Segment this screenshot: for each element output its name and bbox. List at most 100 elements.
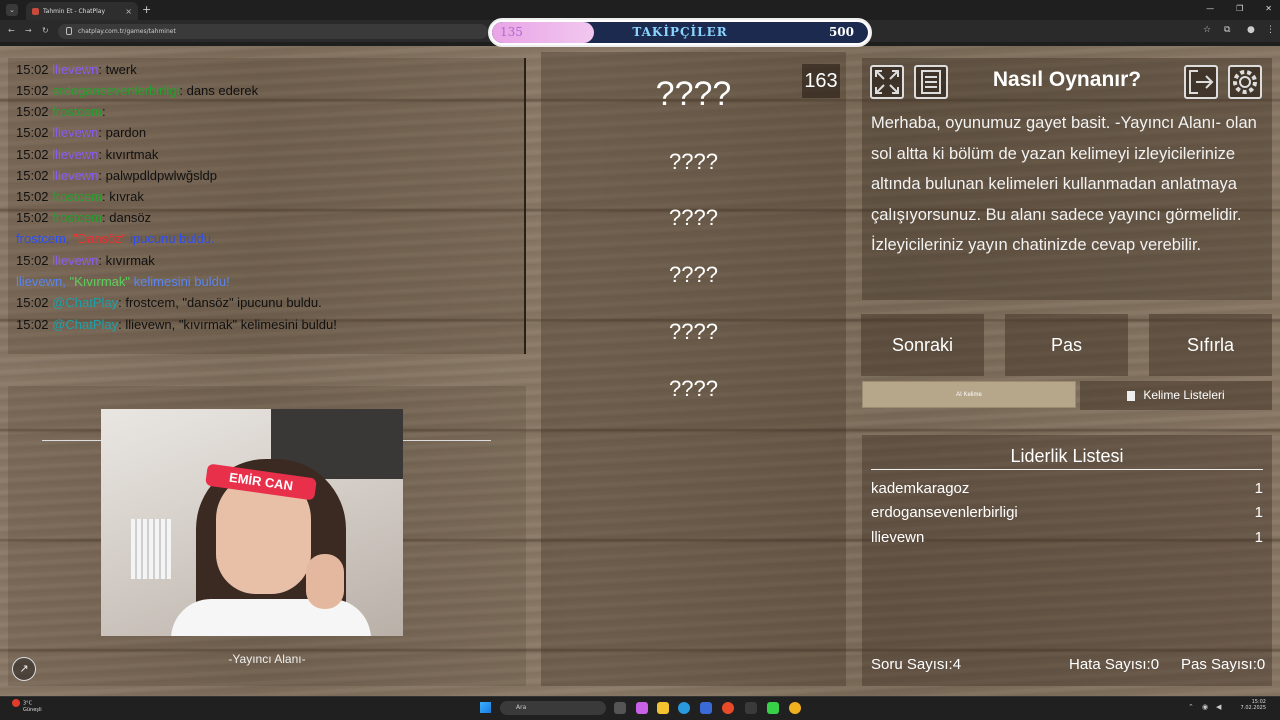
- edge-icon[interactable]: [678, 702, 690, 714]
- system-message-found: llievewn, "Kıvırmak" kelimesini buldu!: [16, 274, 230, 289]
- back-icon[interactable]: ←: [8, 26, 15, 35]
- chat-message: 15:02 llievewn: kıvırtmak: [16, 147, 158, 162]
- forbidden-word: ????: [669, 319, 718, 344]
- message-text: : pardon: [98, 125, 147, 140]
- task-view-icon[interactable]: [614, 702, 626, 714]
- app-icon[interactable]: [745, 702, 757, 714]
- message-text: : kıvırmak: [98, 253, 155, 268]
- message-user: llievewn: [52, 62, 99, 77]
- system-word: "Dansöz": [73, 231, 127, 246]
- exit-icon[interactable]: [1184, 65, 1218, 99]
- message-user: frostcem: [52, 104, 103, 119]
- message-user: @ChatPlay: [52, 295, 119, 310]
- message-user: frostcem: [52, 210, 103, 225]
- browser-menu-icon[interactable]: ⋮: [1266, 25, 1275, 35]
- kick-icon[interactable]: [767, 702, 779, 714]
- bot-message: 15:02 @ChatPlay: llievewn, "kıvırmak" ke…: [16, 317, 337, 332]
- message-text: :: [102, 104, 106, 119]
- url-input[interactable]: chatplay.com.tr/games/tahminet: [58, 24, 488, 39]
- profile-icon[interactable]: ●: [1247, 25, 1255, 35]
- message-user: frostcem: [52, 189, 103, 204]
- notes-icon[interactable]: [914, 65, 948, 99]
- message-text: : frostcem, "dansöz" ipucunu buldu.: [118, 295, 322, 310]
- divider: [871, 469, 1263, 470]
- system-word: "Kıvırmak": [69, 274, 130, 289]
- message-text: : dansöz: [102, 210, 152, 225]
- pass-button[interactable]: Pas: [1005, 314, 1128, 376]
- system-message-hint: frostcem, "Dansöz" ipucunu buldu.: [16, 231, 215, 246]
- tab-close-icon[interactable]: ×: [125, 7, 132, 16]
- favicon-icon: [32, 7, 39, 15]
- forward-icon[interactable]: →: [25, 26, 32, 35]
- tab-ai-word[interactable]: AI Kelime: [862, 381, 1076, 408]
- windows-start-icon[interactable]: [480, 702, 491, 713]
- network-icon[interactable]: ◉: [1202, 703, 1208, 711]
- forbidden-word: ????: [669, 262, 718, 287]
- follower-goal: 500: [828, 25, 854, 39]
- message-time: 15:02: [16, 168, 49, 183]
- gear-icon[interactable]: [1228, 65, 1262, 99]
- player-name: llievewn: [871, 529, 925, 546]
- close-window-icon[interactable]: ✕: [1265, 4, 1272, 13]
- leaderboard-title: Liderlik Listesi: [1010, 446, 1124, 466]
- fullscreen-icon[interactable]: [870, 65, 904, 99]
- player-name: kademkaragoz: [871, 480, 970, 497]
- divider: [42, 440, 102, 441]
- maximize-icon[interactable]: ❐: [1236, 4, 1243, 13]
- compass-icon[interactable]: ↗: [12, 657, 36, 681]
- follower-title: TAKİPÇİLER: [632, 25, 728, 39]
- message-time: 15:02: [16, 295, 49, 310]
- next-button[interactable]: Sonraki: [861, 314, 984, 376]
- weather-widget[interactable]: 3°C Güneşli: [12, 699, 42, 713]
- app-icon[interactable]: [722, 702, 734, 714]
- chat-message: 15:02 frostcem: dansöz: [16, 210, 151, 225]
- message-user: llievewn: [52, 125, 99, 140]
- message-time: 15:02: [16, 189, 49, 204]
- message-time: 15:02: [16, 253, 49, 268]
- radiator: [131, 519, 171, 579]
- copilot-icon[interactable]: [636, 702, 648, 714]
- taskbar-clock[interactable]: 15:02 7.02.2025: [1241, 699, 1266, 711]
- chrome-icon[interactable]: [789, 702, 801, 714]
- question-count: Soru Sayısı:4: [871, 656, 962, 673]
- message-text: : palwpdldpwlwğsldp: [98, 168, 217, 183]
- store-icon[interactable]: [700, 702, 712, 714]
- new-tab-button[interactable]: +: [142, 3, 151, 16]
- tab-word-lists-label: Kelime Listeleri: [1143, 388, 1225, 402]
- leaderboard-row: kademkaragoz 1: [871, 480, 1263, 497]
- message-text: : kıvırtmak: [98, 147, 159, 162]
- tab-menu-icon[interactable]: ⌄: [6, 4, 18, 16]
- window-controls: — ❐ ✕: [1206, 4, 1272, 13]
- follower-progress-track: TAKİPÇİLER 135 500: [492, 22, 868, 43]
- chat-message: 15:02 frostcem: kıvrak: [16, 189, 144, 204]
- tray-chevron-icon[interactable]: ⌃: [1188, 703, 1194, 711]
- leaderboard-row: erdogansevenlerbirligi 1: [871, 504, 1263, 521]
- browser-tab-strip: [0, 0, 1280, 20]
- reload-icon[interactable]: ↻: [42, 26, 49, 35]
- system-text: kelimesini buldu!: [133, 274, 230, 289]
- volume-icon[interactable]: ◀: [1216, 703, 1221, 711]
- message-text: : dans ederek: [179, 83, 259, 98]
- browser-tab[interactable]: Tahmin Et - ChatPlay ×: [26, 2, 138, 20]
- message-time: 15:02: [16, 210, 49, 225]
- message-text: : twerk: [98, 62, 137, 77]
- webcam-feed: EMİR CAN: [101, 409, 403, 636]
- weather-desc: Güneşli: [23, 707, 42, 713]
- chat-message: 15:02 llievewn: pardon: [16, 125, 146, 140]
- extensions-icon[interactable]: ⧉: [1224, 25, 1230, 35]
- pass-count: Pas Sayısı:0: [1181, 656, 1266, 673]
- file-explorer-icon[interactable]: [657, 702, 669, 714]
- message-time: 15:02: [16, 125, 49, 140]
- taskbar-search[interactable]: Ara: [500, 701, 606, 715]
- reset-button[interactable]: Sıfırla: [1149, 314, 1272, 376]
- chat-message: 15:02 frostcem:: [16, 104, 106, 119]
- bookmark-star-icon[interactable]: ☆: [1203, 25, 1211, 35]
- message-user: @ChatPlay: [52, 317, 119, 332]
- site-info-icon[interactable]: [66, 27, 72, 35]
- message-user: erdogansevenlerbirligi: [52, 83, 180, 98]
- player-score: 1: [1254, 480, 1263, 497]
- tab-word-lists[interactable]: Kelime Listeleri: [1080, 381, 1272, 410]
- clock-date: 7.02.2025: [1240, 705, 1266, 711]
- message-time: 15:02: [16, 83, 49, 98]
- minimize-icon[interactable]: —: [1206, 4, 1214, 13]
